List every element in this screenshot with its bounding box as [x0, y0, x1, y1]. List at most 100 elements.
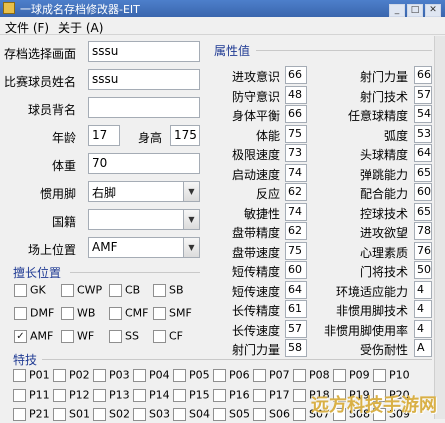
checkbox-box[interactable] — [373, 368, 386, 382]
skill-checkbox-p04[interactable]: P04 — [133, 368, 170, 384]
chevron-down-icon[interactable]: ▼ — [183, 238, 199, 257]
checkbox-box[interactable] — [213, 388, 226, 402]
age-input[interactable]: 17 — [88, 125, 120, 146]
attr-right-value[interactable]: 65 — [414, 203, 432, 221]
checkbox-box[interactable] — [253, 388, 266, 402]
skill-checkbox-p08[interactable]: P08 — [293, 368, 330, 384]
checkbox-box[interactable] — [13, 388, 26, 402]
skill-checkbox-p09[interactable]: P09 — [333, 368, 370, 384]
skill-checkbox-p13[interactable]: P13 — [93, 388, 130, 404]
position-checkbox-cb[interactable]: CB — [109, 283, 140, 299]
checkbox-box[interactable] — [109, 329, 122, 343]
attr-left-value[interactable]: 61 — [285, 300, 307, 318]
maximize-icon[interactable]: □ — [407, 4, 423, 17]
vertical-scrollbar[interactable] — [434, 36, 445, 419]
checkbox-box[interactable] — [14, 306, 27, 320]
position-checkbox-amf[interactable]: ✓ AMF — [14, 329, 53, 345]
checkbox-box[interactable] — [13, 368, 26, 382]
attr-left-value[interactable]: 66 — [285, 105, 307, 123]
back-name-input[interactable] — [88, 97, 200, 118]
skill-checkbox-p12[interactable]: P12 — [53, 388, 90, 404]
skill-checkbox-p21[interactable]: P21 — [13, 407, 50, 423]
attr-left-value[interactable]: 73 — [285, 144, 307, 162]
attr-right-value[interactable]: 50 — [414, 261, 432, 279]
checkbox-box[interactable] — [53, 388, 66, 402]
skill-checkbox-s05[interactable]: S05 — [213, 407, 250, 423]
skill-checkbox-p01[interactable]: P01 — [13, 368, 50, 384]
attr-right-value[interactable]: 4 — [414, 281, 432, 299]
checkbox-box[interactable] — [133, 368, 146, 382]
checkbox-box[interactable] — [213, 368, 226, 382]
menu-about[interactable]: 关于 (A) — [58, 19, 103, 36]
attr-left-value[interactable]: 74 — [285, 203, 307, 221]
checkbox-box[interactable] — [293, 388, 306, 402]
checkbox-box[interactable] — [93, 368, 106, 382]
position-checkbox-smf[interactable]: SMF — [153, 306, 192, 322]
skill-checkbox-p06[interactable]: P06 — [213, 368, 250, 384]
position-checkbox-cwp[interactable]: CWP — [61, 283, 102, 299]
skill-checkbox-s03[interactable]: S03 — [133, 407, 170, 423]
checkbox-box[interactable] — [61, 283, 74, 297]
attr-right-value[interactable]: 53 — [414, 125, 432, 143]
skill-checkbox-p02[interactable]: P02 — [53, 368, 90, 384]
checkbox-box[interactable] — [153, 283, 166, 297]
attr-left-value[interactable]: 75 — [285, 242, 307, 260]
skill-checkbox-p03[interactable]: P03 — [93, 368, 130, 384]
attr-left-value[interactable]: 62 — [285, 222, 307, 240]
skill-checkbox-p07[interactable]: P07 — [253, 368, 290, 384]
attr-left-value[interactable]: 74 — [285, 164, 307, 182]
checkbox-box[interactable] — [133, 388, 146, 402]
height-input[interactable]: 175 — [170, 125, 200, 146]
attr-right-value[interactable]: 76 — [414, 242, 432, 260]
checkbox-box[interactable] — [253, 368, 266, 382]
checkbox-box[interactable] — [93, 388, 106, 402]
save-screen-input[interactable]: sssu — [88, 41, 200, 62]
position-checkbox-wb[interactable]: WB — [61, 306, 95, 322]
skill-checkbox-p11[interactable]: P11 — [13, 388, 50, 404]
attr-right-value[interactable]: 4 — [414, 320, 432, 338]
checkbox-box[interactable] — [61, 306, 74, 320]
attr-right-value[interactable]: 64 — [414, 144, 432, 162]
skill-checkbox-s01[interactable]: S01 — [53, 407, 90, 423]
foot-select[interactable]: 右脚 ▼ — [88, 181, 200, 202]
skill-checkbox-p16[interactable]: P16 — [213, 388, 250, 404]
attr-right-value[interactable]: 54 — [414, 105, 432, 123]
position-checkbox-ss[interactable]: SS — [109, 329, 139, 345]
attr-left-value[interactable]: 66 — [285, 66, 307, 84]
skill-checkbox-p05[interactable]: P05 — [173, 368, 210, 384]
skill-checkbox-s06[interactable]: S06 — [253, 407, 290, 423]
chevron-down-icon[interactable]: ▼ — [183, 210, 199, 229]
checkbox-box[interactable] — [61, 329, 74, 343]
attr-left-value[interactable]: 57 — [285, 320, 307, 338]
attr-right-value[interactable]: 60 — [414, 183, 432, 201]
position-checkbox-sb[interactable]: SB — [153, 283, 184, 299]
attr-left-value[interactable]: 48 — [285, 86, 307, 104]
position-checkbox-cmf[interactable]: CMF — [109, 306, 149, 322]
attr-left-value[interactable]: 60 — [285, 261, 307, 279]
menu-file[interactable]: 文件 (F) — [5, 19, 49, 36]
checkbox-box[interactable] — [53, 368, 66, 382]
checkbox-box[interactable] — [173, 388, 186, 402]
skill-checkbox-s02[interactable]: S02 — [93, 407, 130, 423]
checkbox-box[interactable] — [173, 368, 186, 382]
skill-checkbox-p15[interactable]: P15 — [173, 388, 210, 404]
checkbox-box[interactable] — [109, 306, 122, 320]
checkbox-box[interactable] — [153, 306, 166, 320]
attr-left-value[interactable]: 58 — [285, 339, 307, 357]
position-select[interactable]: AMF ▼ — [88, 237, 200, 258]
attr-right-value[interactable]: 66 — [414, 66, 432, 84]
skill-checkbox-s04[interactable]: S04 — [173, 407, 210, 423]
position-checkbox-wf[interactable]: WF — [61, 329, 94, 345]
skill-checkbox-p14[interactable]: P14 — [133, 388, 170, 404]
minimize-icon[interactable]: _ — [389, 4, 405, 17]
checkbox-box[interactable] — [293, 368, 306, 382]
position-checkbox-gk[interactable]: GK — [14, 283, 46, 299]
checkbox-box[interactable] — [333, 368, 346, 382]
skill-checkbox-p17[interactable]: P17 — [253, 388, 290, 404]
checkbox-box[interactable]: ✓ — [14, 329, 27, 343]
weight-input[interactable]: 70 — [88, 153, 200, 174]
checkbox-box[interactable] — [109, 283, 122, 297]
skill-checkbox-p10[interactable]: P10 — [373, 368, 410, 384]
close-icon[interactable]: ✕ — [425, 4, 441, 17]
chevron-down-icon[interactable]: ▼ — [183, 182, 199, 201]
